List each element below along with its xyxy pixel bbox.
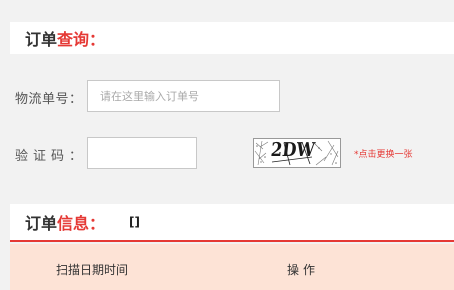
order-number-label: 物流单号： xyxy=(15,92,83,107)
captcha-label: 验证码： xyxy=(15,149,88,164)
column-header-operation: 操作 xyxy=(287,263,320,277)
captcha-image[interactable]: 2DW xyxy=(253,138,341,168)
info-title-suffix: 信息： xyxy=(57,214,106,233)
info-bracket: [] xyxy=(129,215,140,229)
query-title-prefix: 订单 xyxy=(25,30,58,49)
query-section-header: 订单 查询： xyxy=(10,22,454,54)
query-title-suffix: 查询： xyxy=(57,30,106,49)
info-title-prefix: 订单 xyxy=(25,214,58,233)
column-header-scan-datetime: 扫描日期时间 xyxy=(56,263,129,277)
order-number-input[interactable] xyxy=(87,80,280,112)
info-section-header: 订单 信息： [] xyxy=(10,204,454,242)
captcha-input[interactable] xyxy=(87,137,197,169)
table-header: 扫描日期时间 操作 xyxy=(10,244,454,290)
refresh-captcha-link[interactable]: *点击更换一张 xyxy=(354,147,413,160)
